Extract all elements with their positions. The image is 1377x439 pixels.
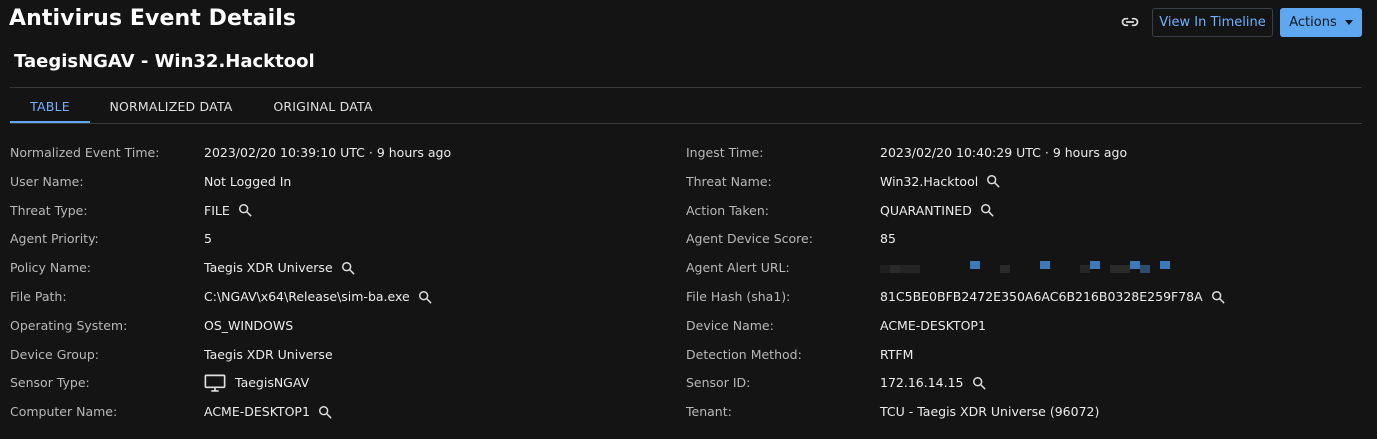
field-value-ingest-time: 2023/02/20 10:40:29 UTC · 9 hours ago: [880, 145, 1127, 160]
actions-label: Actions: [1289, 15, 1337, 30]
field-label-agent-device-score: Agent Device Score:: [686, 231, 813, 247]
search-icon[interactable]: [986, 174, 1000, 188]
field-value-detection-method: RTFM: [880, 347, 913, 362]
field-label-tenant: Tenant:: [686, 404, 732, 420]
field-label-ingest-time: Ingest Time:: [686, 145, 764, 160]
field-label-file-hash-sha1: File Hash (sha1):: [686, 289, 791, 304]
field-value-text: 172.16.14.15: [880, 375, 964, 391]
field-value-text: QUARANTINED: [880, 202, 972, 218]
redaction-block: [880, 264, 890, 273]
search-icon[interactable]: [980, 203, 994, 217]
link-icon[interactable]: [1120, 12, 1140, 32]
field-value-text: ACME-DESKTOP1: [880, 317, 986, 333]
redaction-block: [1000, 264, 1010, 273]
divider: [10, 123, 1362, 124]
tab-original-data[interactable]: ORIGINAL DATA: [272, 88, 374, 124]
field-value-file-hash-sha1: 81C5BE0BFB2472E350A6AC6B216B0328E259F78A: [880, 289, 1225, 304]
field-row-ingest-time: Ingest Time: 2023/02/20 10:40:29 UTC · 9 …: [0, 138, 1377, 167]
page-title: Antivirus Event Details: [9, 6, 297, 31]
field-label-detection-method: Detection Method:: [686, 346, 802, 362]
redaction-block: [970, 260, 980, 269]
field-label-agent-alert-url: Agent Alert URL:: [686, 260, 790, 276]
field-value-text: 85: [880, 231, 896, 247]
redacted-url: [880, 260, 1180, 275]
field-value-text: 81C5BE0BFB2472E350A6AC6B216B0328E259F78A: [880, 289, 1203, 304]
field-label-threat-name: Threat Name:: [686, 173, 772, 189]
view-in-timeline-button[interactable]: View In Timeline: [1152, 8, 1273, 37]
field-value-agent-device-score: 85: [880, 231, 896, 246]
field-label-sensor-id: Sensor ID:: [686, 375, 751, 391]
redaction-block: [1110, 264, 1130, 273]
redaction-block: [1090, 260, 1100, 269]
field-value-action-taken: QUARANTINED: [880, 203, 994, 218]
field-row-threat-name: Threat Name: Win32.Hacktool: [0, 167, 1377, 196]
search-icon[interactable]: [1211, 290, 1225, 304]
tab-table[interactable]: TABLE: [10, 88, 90, 124]
field-row-action-taken: Action Taken: QUARANTINED: [0, 196, 1377, 225]
field-row-file-hash-sha1: File Hash (sha1): 81C5BE0BFB2472E350A6AC6…: [0, 282, 1377, 311]
field-row-agent-alert-url: Agent Alert URL:: [0, 253, 1377, 282]
field-value-sensor-id: 172.16.14.15: [880, 375, 986, 390]
field-value-device-name: ACME-DESKTOP1: [880, 318, 986, 333]
field-value-text: 2023/02/20 10:40:29 UTC · 9 hours ago: [880, 145, 1128, 160]
field-row-device-name: Device Name: ACME-DESKTOP1: [0, 311, 1377, 340]
field-row-sensor-id: Sensor ID: 172.16.14.15: [0, 368, 1377, 397]
actions-dropdown-button[interactable]: Actions: [1280, 8, 1362, 37]
field-value-tenant: TCU - Taegis XDR Universe (96072): [880, 404, 1099, 419]
event-title: TaegisNGAV - Win32.Hacktool: [14, 51, 315, 72]
field-label-device-name: Device Name:: [686, 317, 774, 333]
field-row-tenant: Tenant: TCU - Taegis XDR Universe (96072): [0, 397, 1377, 426]
redaction-block: [1130, 260, 1140, 269]
field-value-text: TCU - Taegis XDR Universe (96072): [880, 404, 1100, 420]
field-row-detection-method: Detection Method: RTFM: [0, 340, 1377, 369]
redaction-block: [1140, 264, 1150, 273]
redaction-block: [890, 264, 900, 273]
field-value-threat-name: Win32.Hacktool: [880, 174, 1000, 189]
field-value-text: RTFM: [880, 346, 914, 362]
tab-bar: TABLE NORMALIZED DATA ORIGINAL DATA: [10, 88, 1362, 124]
redaction-block: [1160, 260, 1170, 269]
tab-normalized-data[interactable]: NORMALIZED DATA: [108, 88, 234, 124]
field-value-text: Win32.Hacktool: [880, 173, 979, 189]
redaction-block: [900, 264, 920, 273]
redaction-block: [1040, 260, 1050, 269]
search-icon[interactable]: [972, 376, 986, 390]
page-header: Antivirus Event Details View In Timeline…: [0, 0, 1377, 44]
field-value-agent-alert-url: [880, 260, 1180, 275]
caret-down-icon: [1344, 20, 1353, 25]
field-label-action-taken: Action Taken:: [686, 202, 769, 218]
redaction-block: [1080, 264, 1090, 273]
field-row-agent-device-score: Agent Device Score: 85: [0, 224, 1377, 253]
